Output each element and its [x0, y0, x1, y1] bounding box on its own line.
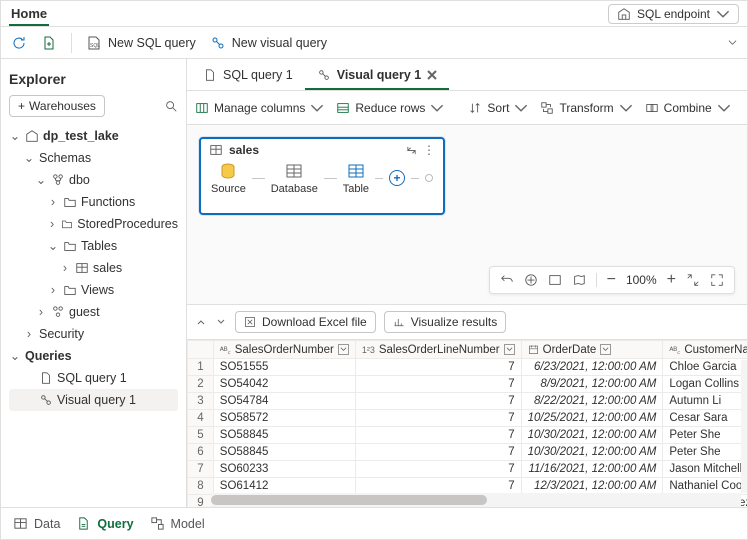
visualize-results-button[interactable]: Visualize results [384, 311, 506, 333]
new-sql-label: New SQL query [108, 36, 196, 50]
ribbon-expand-icon[interactable] [728, 38, 737, 47]
tree-views[interactable]: ›Views [9, 279, 178, 301]
step-database[interactable]: Database [271, 161, 318, 195]
tree-sql-query-1[interactable]: ·SQL query 1 [9, 367, 178, 389]
schema-icon [51, 173, 65, 187]
new-visual-query-button[interactable]: New visual query [210, 35, 327, 51]
tree-guest[interactable]: ›guest [9, 301, 178, 323]
column-dropdown-icon[interactable] [338, 344, 349, 355]
new-item-button[interactable] [41, 35, 57, 51]
pan-icon[interactable] [524, 273, 538, 287]
table-icon [75, 261, 89, 275]
table-row[interactable]: 1SO5155576/23/2021, 12:00:00 AMChloe Gar… [188, 359, 748, 376]
undo-icon[interactable] [500, 273, 514, 287]
tree-schemas[interactable]: ⌄Schemas [9, 147, 178, 169]
folder-icon [61, 217, 73, 231]
tree-queries[interactable]: ⌄Queries [9, 345, 178, 367]
end-node [425, 174, 433, 182]
zoom-value: 100% [626, 273, 657, 287]
footer-tab-query[interactable]: Query [76, 516, 133, 531]
new-visual-label: New visual query [232, 36, 327, 50]
folder-icon [63, 239, 77, 253]
close-icon[interactable] [427, 70, 437, 80]
download-excel-button[interactable]: Download Excel file [235, 311, 376, 333]
manage-columns-button[interactable]: Manage columns [195, 101, 324, 115]
transform-button[interactable]: Transform [540, 101, 632, 115]
tab-home[interactable]: Home [9, 2, 49, 26]
column-dropdown-icon[interactable] [504, 344, 515, 355]
visual-query-icon [39, 393, 53, 407]
footer-tab-data[interactable]: Data [13, 516, 60, 531]
svg-text:SQL: SQL [90, 43, 100, 49]
explorer-title: Explorer [9, 71, 178, 87]
column-header[interactable]: ᴬᴮ꜀ SalesOrderNumber [213, 341, 355, 359]
collapse-panel-icon[interactable] [195, 316, 207, 328]
column-header[interactable]: OrderDate [521, 341, 663, 359]
fit-icon[interactable] [548, 273, 562, 287]
zoom-out-button[interactable]: − [607, 271, 616, 289]
tree-visual-query-1[interactable]: ·Visual query 1 [9, 389, 178, 411]
warehouse-icon [617, 7, 631, 21]
expand-panel-icon[interactable] [215, 316, 227, 328]
endpoint-switcher[interactable]: SQL endpoint [608, 4, 739, 24]
sql-file-icon [203, 68, 217, 82]
step-source[interactable]: Source [211, 161, 246, 195]
horizontal-scrollbar[interactable] [211, 493, 741, 507]
column-header[interactable]: 1²3 SalesOrderLineNumber [355, 341, 521, 359]
warehouse-icon [25, 129, 39, 143]
table-row[interactable]: 5SO58845710/30/2021, 12:00:00 AMPeter Sh… [188, 427, 748, 444]
add-step-button[interactable]: + [389, 170, 405, 186]
collapse-icon[interactable] [686, 273, 700, 287]
expand-icon[interactable] [406, 145, 417, 156]
vertical-scrollbar[interactable] [741, 360, 747, 493]
fullscreen-icon[interactable] [710, 273, 724, 287]
tree-security[interactable]: ›Security [9, 323, 178, 345]
reduce-rows-button[interactable]: Reduce rows [336, 101, 444, 115]
step-table[interactable]: Table [343, 161, 369, 195]
column-dropdown-icon[interactable] [600, 344, 611, 355]
zoom-in-button[interactable]: + [667, 271, 676, 289]
tab-visual-query-1[interactable]: Visual query 1 [305, 62, 450, 90]
chevron-down-icon [716, 7, 730, 21]
new-sql-query-button[interactable]: SQL New SQL query [86, 35, 196, 51]
table-row[interactable]: 2SO5404278/9/2021, 12:00:00 AMLogan Coll… [188, 376, 748, 393]
table-row[interactable]: 6SO58845710/30/2021, 12:00:00 AMPeter Sh… [188, 444, 748, 461]
tree-tables[interactable]: ⌄Tables [9, 235, 178, 257]
tab-sql-query-1[interactable]: SQL query 1 [191, 62, 305, 90]
corner-cell [188, 341, 214, 359]
map-icon[interactable] [572, 273, 586, 287]
tree-dbo[interactable]: ⌄dbo [9, 169, 178, 191]
more-icon[interactable]: ⋮ [423, 145, 435, 156]
tree-functions[interactable]: ›Functions [9, 191, 178, 213]
refresh-button[interactable] [11, 35, 27, 51]
endpoint-label: SQL endpoint [637, 7, 710, 21]
combine-button[interactable]: Combine [645, 101, 731, 115]
query-diagram[interactable]: sales ⋮ Source Database Table + [199, 137, 445, 215]
footer-tab-model[interactable]: Model [150, 516, 205, 531]
tree-sprocs[interactable]: ›StoredProcedures [9, 213, 178, 235]
table-row[interactable]: 4SO58572710/25/2021, 12:00:00 AMCesar Sa… [188, 410, 748, 427]
table-row[interactable]: 3SO5478478/22/2021, 12:00:00 AMAutumn Li… [188, 393, 748, 410]
schema-icon [51, 305, 65, 319]
folder-icon [63, 283, 77, 297]
search-icon[interactable] [164, 99, 178, 113]
add-warehouses-button[interactable]: +Warehouses [9, 95, 105, 117]
diagram-title: sales [229, 143, 259, 157]
tree-db[interactable]: ⌄dp_test_lake [9, 125, 178, 147]
table-row[interactable]: 7SO60233711/16/2021, 12:00:00 AMJason Mi… [188, 461, 748, 478]
column-header[interactable]: ᴬᴮ꜀ CustomerName [663, 341, 747, 359]
folder-icon [63, 195, 77, 209]
table-icon [209, 143, 223, 157]
sql-file-icon [39, 371, 53, 385]
visual-query-icon [317, 68, 331, 82]
table-row[interactable]: 8SO61412712/3/2021, 12:00:00 AMNathaniel… [188, 478, 748, 495]
tree-table-sales[interactable]: ›sales [9, 257, 178, 279]
results-grid[interactable]: ᴬᴮ꜀ SalesOrderNumber 1²3 SalesOrderLineN… [187, 339, 747, 507]
sort-button[interactable]: Sort [468, 101, 528, 115]
zoom-toolbar: − 100% + [489, 266, 735, 294]
